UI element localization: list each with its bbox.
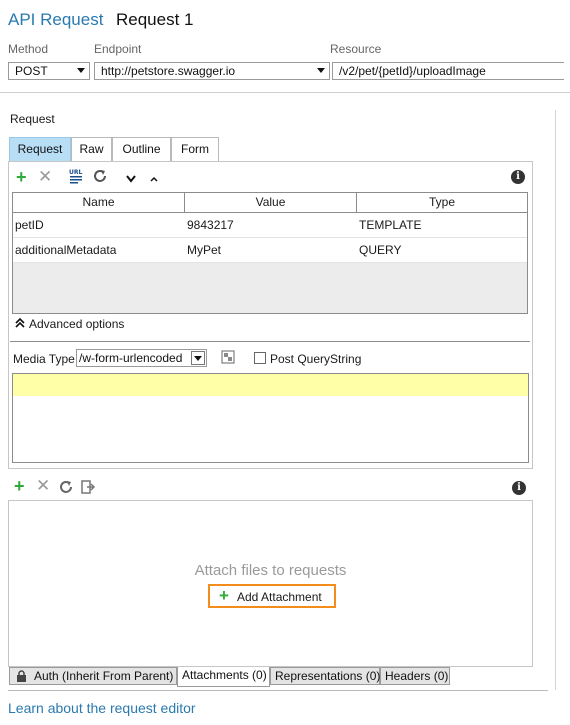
learn-more-link[interactable]: Learn about the request editor	[8, 700, 196, 716]
media-type-value: /w-form-urlencoded	[79, 351, 183, 365]
post-querystring-checkbox[interactable]	[254, 352, 266, 364]
tab-auth[interactable]: Auth (Inherit From Parent)	[9, 667, 177, 685]
endpoint-select[interactable]: http://petstore.swagger.io	[94, 62, 330, 80]
browse-icon[interactable]	[221, 350, 235, 364]
info-icon[interactable]: i	[511, 170, 525, 184]
param-value[interactable]: MyPet	[185, 238, 221, 263]
add-icon[interactable]: +	[16, 168, 27, 186]
endpoint-label: Endpoint	[94, 42, 142, 56]
resource-label: Resource	[330, 42, 382, 56]
info-icon[interactable]: i	[512, 481, 526, 495]
method-select[interactable]: POST	[8, 62, 90, 80]
tab-outline[interactable]: Outline	[112, 137, 171, 161]
method-label: Method	[8, 42, 49, 56]
refresh-icon[interactable]	[92, 168, 108, 184]
dropdown-button[interactable]	[191, 351, 205, 365]
move-up-icon[interactable]	[149, 172, 159, 182]
endpoint-value: http://petstore.swagger.io	[101, 64, 236, 78]
column-header-name[interactable]: Name	[13, 193, 185, 213]
footer-divider	[8, 690, 548, 691]
resource-value: /v2/pet/{petId}/uploadImage	[339, 64, 486, 78]
delete-icon[interactable]: ✕	[38, 168, 52, 185]
plus-icon: +	[219, 586, 229, 605]
move-down-icon[interactable]	[126, 172, 136, 183]
advanced-divider	[10, 341, 530, 342]
column-header-value[interactable]: Value	[185, 193, 357, 213]
lock-icon	[16, 670, 27, 682]
reload-icon[interactable]	[58, 479, 74, 495]
delete-attachment-icon[interactable]: ✕	[36, 477, 50, 494]
parameters-table: Name Value Type petID 9843217 TEMPLATE a…	[12, 192, 528, 314]
tab-headers[interactable]: Headers (0)	[380, 667, 450, 685]
method-value: POST	[15, 64, 48, 78]
encode-icon[interactable]: URL	[68, 168, 84, 184]
request-name: Request 1	[116, 10, 194, 29]
tab-auth-label: Auth (Inherit From Parent)	[34, 669, 174, 683]
param-type[interactable]: TEMPLATE	[357, 213, 421, 238]
advanced-options-toggle[interactable]: Advanced options	[29, 317, 124, 331]
add-attachment-icon[interactable]: +	[14, 477, 25, 495]
tab-attachments[interactable]: Attachments (0)	[177, 667, 270, 687]
media-type-select[interactable]: /w-form-urlencoded	[76, 349, 207, 367]
tab-request[interactable]: Request	[9, 137, 71, 161]
tab-form[interactable]: Form	[171, 137, 219, 161]
header-divider	[0, 92, 570, 93]
chevron-down-icon	[194, 356, 202, 361]
scrollbar-track[interactable]	[555, 110, 556, 690]
add-attachment-label: Add Attachment	[237, 590, 322, 604]
attachments-empty-text: Attach files to requests	[194, 562, 347, 579]
request-body-editor[interactable]	[12, 373, 529, 463]
post-querystring-label: Post QueryString	[270, 352, 362, 366]
request-section-label: Request	[10, 112, 55, 126]
highlighted-line	[13, 374, 528, 396]
param-type[interactable]: QUERY	[357, 238, 401, 263]
export-icon[interactable]	[80, 479, 96, 495]
table-row[interactable]: petID 9843217 TEMPLATE	[13, 213, 527, 238]
tab-representations[interactable]: Representations (0)	[270, 667, 380, 685]
chevron-down-icon	[77, 68, 85, 73]
double-chevron-up-icon[interactable]	[15, 317, 25, 329]
resource-input[interactable]: /v2/pet/{petId}/uploadImage	[332, 62, 564, 80]
param-name[interactable]: petID	[13, 213, 44, 238]
param-value[interactable]: 9843217	[185, 213, 234, 238]
request-type-label: API Request	[8, 10, 104, 29]
table-row[interactable]: additionalMetadata MyPet QUERY	[13, 238, 527, 263]
column-header-type[interactable]: Type	[357, 193, 527, 213]
chevron-down-icon	[317, 68, 325, 73]
add-attachment-button[interactable]: + Add Attachment	[208, 584, 336, 608]
tab-raw[interactable]: Raw	[71, 137, 112, 161]
param-name[interactable]: additionalMetadata	[13, 238, 116, 263]
svg-text:URL: URL	[69, 169, 82, 176]
media-type-label: Media Type	[13, 352, 75, 366]
